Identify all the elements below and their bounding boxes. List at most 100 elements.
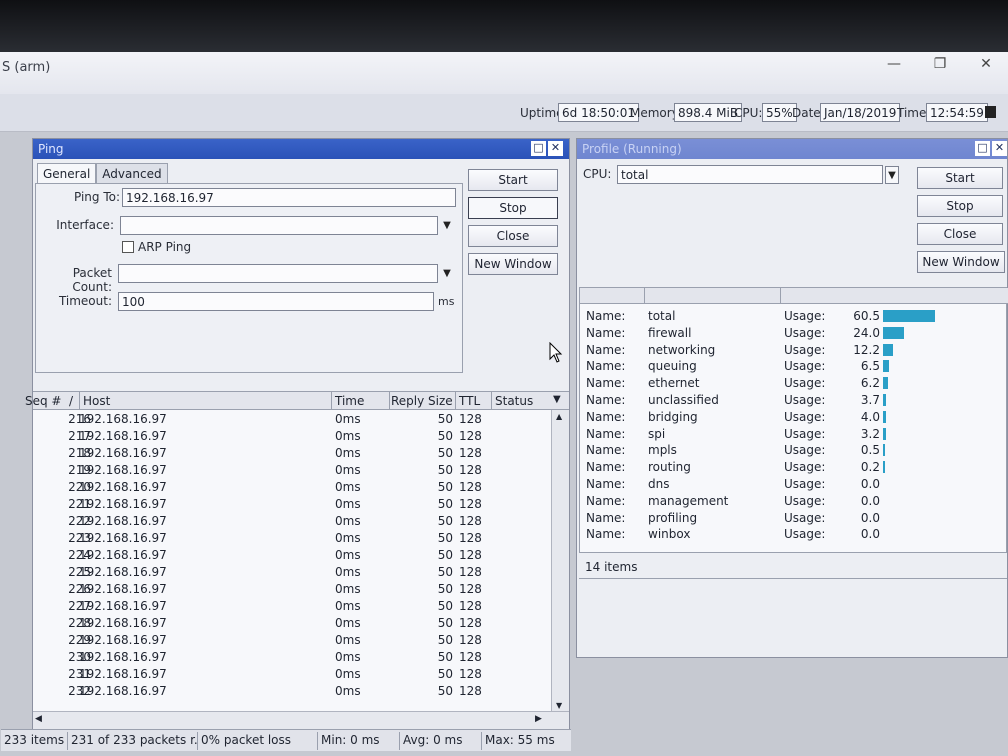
interface-dropdown[interactable] (120, 216, 438, 235)
cell-host: 192.168.16.97 (79, 684, 167, 698)
table-row[interactable]: 223 192.168.16.97 0ms 50 128 (33, 530, 549, 547)
close-button[interactable]: Close (468, 225, 558, 247)
table-row[interactable]: 231 192.168.16.97 0ms 50 128 (33, 666, 549, 683)
chevron-down-icon[interactable]: ▼ (440, 265, 454, 283)
list-item[interactable]: Name: routing Usage: 0.2 (580, 459, 1008, 475)
stop-button[interactable]: Stop (917, 195, 1003, 217)
list-item[interactable]: Name: winbox Usage: 0.0 (580, 526, 1008, 542)
column-divider (644, 288, 645, 304)
cell-ttl: 128 (459, 667, 482, 681)
ping-general-form: Ping To: 192.168.16.97 Interface: ▼ ARP … (35, 183, 463, 373)
tab-advanced[interactable]: Advanced (96, 163, 168, 184)
list-item[interactable]: Name: networking Usage: 12.2 (580, 342, 1008, 358)
usage-value: 24.0 (853, 325, 880, 340)
list-item[interactable]: Name: management Usage: 0.0 (580, 493, 1008, 509)
table-row[interactable]: 217 192.168.16.97 0ms 50 128 (33, 428, 549, 445)
restore-icon[interactable]: ❐ (922, 54, 958, 76)
col-ttl[interactable]: TTL (459, 394, 480, 408)
list-item[interactable]: Name: profiling Usage: 0.0 (580, 510, 1008, 526)
column-menu-icon[interactable]: ▼ (553, 394, 561, 405)
tab-general[interactable]: General (37, 163, 97, 184)
scroll-left-icon[interactable]: ◀ (35, 714, 42, 724)
table-row[interactable]: 216 192.168.16.97 0ms 50 128 (33, 411, 549, 428)
list-item[interactable]: Name: queuing Usage: 6.5 (580, 358, 1008, 374)
table-row[interactable]: 226 192.168.16.97 0ms 50 128 (33, 581, 549, 598)
arp-ping-checkbox[interactable] (122, 241, 134, 253)
ping-titlebar[interactable]: Ping □ ✕ (33, 139, 569, 159)
ping-footer: 233 items 231 of 233 packets r... 0% pac… (1, 729, 571, 751)
scroll-down-icon[interactable]: ▼ (556, 701, 562, 710)
maximize-icon[interactable]: □ (975, 141, 990, 156)
workspace: Ping □ ✕ General Advanced Ping To: 192.16… (0, 132, 1008, 756)
horizontal-scrollbar[interactable]: ◀ ▶ (33, 711, 569, 729)
start-button[interactable]: Start (468, 169, 558, 191)
profile-titlebar[interactable]: Profile (Running) □ ✕ (577, 139, 1007, 159)
minimize-icon[interactable]: — (876, 54, 912, 76)
stop-button[interactable]: Stop (468, 197, 558, 219)
list-item[interactable]: Name: bridging Usage: 4.0 (580, 409, 1008, 425)
list-item[interactable]: Name: firewall Usage: 24.0 (580, 325, 1008, 341)
usage-label: Usage: (784, 409, 826, 424)
cell-time: 0ms (335, 463, 361, 477)
list-item[interactable]: Name: total Usage: 60.5 (580, 308, 1008, 324)
timeout-input[interactable]: 100 (118, 292, 434, 311)
column-divider (491, 392, 492, 410)
maximize-icon[interactable]: □ (531, 141, 546, 156)
table-row[interactable]: 229 192.168.16.97 0ms 50 128 (33, 632, 549, 649)
packet-count-dropdown[interactable] (118, 264, 438, 283)
table-row[interactable]: 228 192.168.16.97 0ms 50 128 (33, 615, 549, 632)
packet-loss: 0% packet loss (197, 732, 317, 750)
cell-ttl: 128 (459, 480, 482, 494)
start-button[interactable]: Start (917, 167, 1003, 189)
status-bar: Uptime: 6d 18:50:01 Memory: 898.4 MiB CP… (0, 94, 1008, 132)
ping-to-input[interactable]: 192.168.16.97 (122, 188, 456, 207)
usage-bar (883, 360, 889, 373)
table-row[interactable]: 220 192.168.16.97 0ms 50 128 (33, 479, 549, 496)
scroll-right-icon[interactable]: ▶ (535, 714, 542, 724)
usage-bar (883, 343, 893, 356)
col-reply-size[interactable]: Reply Size (391, 394, 453, 408)
app-title: S (arm) (2, 60, 51, 75)
table-row[interactable]: 224 192.168.16.97 0ms 50 128 (33, 547, 549, 564)
col-status[interactable]: Status (495, 394, 533, 408)
table-row[interactable]: 225 192.168.16.97 0ms 50 128 (33, 564, 549, 581)
col-host[interactable]: Host (83, 394, 110, 408)
cell-reply-size: 50 (437, 480, 453, 494)
vertical-scrollbar[interactable]: ▲ ▼ (551, 410, 569, 712)
table-row[interactable]: 219 192.168.16.97 0ms 50 128 (33, 462, 549, 479)
close-icon[interactable]: ✕ (548, 141, 563, 156)
profile-item-count: 14 items (585, 560, 638, 574)
cpu-label: CPU: (583, 167, 612, 181)
scroll-up-icon[interactable]: ▲ (556, 412, 562, 421)
close-button[interactable]: Close (917, 223, 1003, 245)
cpu-dropdown[interactable]: total (617, 165, 883, 184)
new-window-button[interactable]: New Window (468, 253, 558, 275)
list-item[interactable]: Name: ethernet Usage: 6.2 (580, 375, 1008, 391)
chevron-down-icon[interactable]: ▼ (885, 166, 899, 184)
cell-ttl: 128 (459, 650, 482, 664)
new-window-button[interactable]: New Window (917, 251, 1005, 273)
col-seq[interactable]: Seq # (25, 394, 62, 408)
cell-reply-size: 50 (437, 497, 453, 511)
usage-bar (883, 377, 888, 390)
table-row[interactable]: 222 192.168.16.97 0ms 50 128 (33, 513, 549, 530)
profile-name: profiling (648, 510, 698, 525)
table-row[interactable]: 218 192.168.16.97 0ms 50 128 (33, 445, 549, 462)
chevron-down-icon[interactable]: ▼ (440, 217, 454, 235)
cell-time: 0ms (335, 633, 361, 647)
list-item[interactable]: Name: mpls Usage: 0.5 (580, 442, 1008, 458)
list-item[interactable]: Name: unclassified Usage: 3.7 (580, 392, 1008, 408)
cell-ttl: 128 (459, 599, 482, 613)
list-item[interactable]: Name: spi Usage: 3.2 (580, 426, 1008, 442)
cell-ttl: 128 (459, 531, 482, 545)
close-icon[interactable]: ✕ (992, 141, 1007, 156)
close-icon[interactable]: ✕ (968, 54, 1004, 76)
table-row[interactable]: 221 192.168.16.97 0ms 50 128 (33, 496, 549, 513)
list-item[interactable]: Name: dns Usage: 0.0 (580, 476, 1008, 492)
table-row[interactable]: 230 192.168.16.97 0ms 50 128 (33, 649, 549, 666)
col-time[interactable]: Time (335, 394, 364, 408)
table-row[interactable]: 232 192.168.16.97 0ms 50 128 (33, 683, 549, 700)
max-time: Max: 55 ms (481, 732, 571, 750)
table-row[interactable]: 227 192.168.16.97 0ms 50 128 (33, 598, 549, 615)
cell-time: 0ms (335, 599, 361, 613)
